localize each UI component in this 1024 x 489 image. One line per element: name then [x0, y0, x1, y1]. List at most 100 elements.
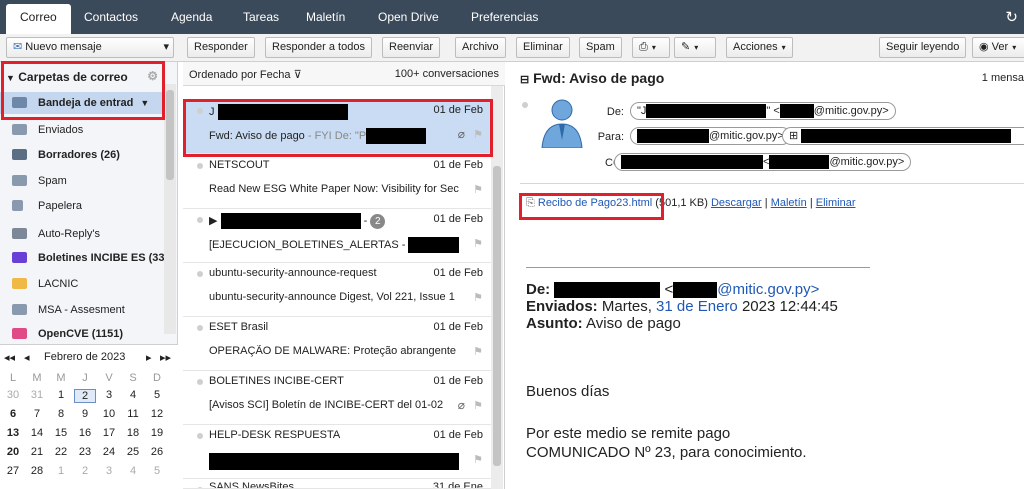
remove-attachment-link[interactable]: Eliminar — [816, 197, 856, 209]
calendar-day[interactable]: 15 — [50, 427, 72, 439]
folder-trash[interactable]: Papelera — [0, 195, 164, 217]
flag-icon[interactable]: ⚑ — [473, 345, 483, 358]
calendar-day[interactable]: 31 — [26, 389, 48, 401]
download-link[interactable]: Descargar — [711, 197, 762, 209]
message-row[interactable]: BOLETINES INCIBE-CERT 01 de Feb [Avisos … — [183, 371, 491, 425]
expand-thread-icon[interactable]: ▶ — [209, 215, 217, 227]
reply-button[interactable]: Responder — [187, 37, 255, 58]
folder-msa[interactable]: MSA - Assesment — [0, 299, 164, 321]
scrollbar-thumb[interactable] — [166, 90, 174, 180]
flag-icon[interactable]: ⚑ — [473, 237, 483, 250]
flag-icon[interactable]: ⚑ — [473, 183, 483, 196]
folder-boletines-incibe[interactable]: Boletines INCIBE ES (33 — [0, 247, 164, 269]
message-row[interactable]: ▶ - 2 01 de Feb [EJECUCION_BOLETINES_ALE… — [183, 209, 491, 263]
calendar-day[interactable]: 7 — [26, 408, 48, 420]
calendar-day[interactable]: 3 — [98, 389, 120, 401]
unread-dot-icon[interactable] — [197, 379, 203, 385]
view-button[interactable]: ◉ Ver ▾ — [972, 37, 1024, 58]
cc-address[interactable]: < @mitic.gov.py> — [614, 153, 912, 171]
calendar-day[interactable]: 17 — [98, 427, 120, 439]
calendar-day[interactable]: 28 — [26, 465, 48, 477]
to-address-more[interactable]: ⊞ — [782, 127, 1024, 145]
print-button[interactable]: ⎙ ▾ — [632, 37, 670, 58]
folder-spam[interactable]: Spam — [0, 170, 164, 192]
refresh-icon[interactable]: ↻ — [1005, 8, 1018, 26]
flag-icon[interactable]: ⚑ — [473, 291, 483, 304]
sort-label[interactable]: Ordenado por Fecha ⊽ — [189, 68, 302, 81]
message-row[interactable]: SANS NewsBites 31 de Ene — [183, 479, 491, 489]
tag-button[interactable]: ✎ ▾ — [674, 37, 716, 58]
message-row[interactable]: NETSCOUT 01 de Feb Read New ESG White Pa… — [183, 155, 491, 209]
tab-agenda[interactable]: Agenda — [171, 10, 212, 24]
prev-month-icon[interactable]: ◂ — [24, 351, 30, 364]
calendar-day[interactable]: 3 — [98, 465, 120, 477]
calendar-day[interactable]: 19 — [146, 427, 168, 439]
tab-open-drive[interactable]: Open Drive — [378, 10, 439, 24]
calendar-day[interactable]: 11 — [122, 408, 144, 420]
spam-button[interactable]: Spam — [579, 37, 622, 58]
prev-year-icon[interactable]: ◂◂ — [4, 351, 15, 364]
folder-scrollbar[interactable] — [164, 84, 176, 334]
calendar-day[interactable]: 5 — [146, 389, 168, 401]
scrollbar-thumb[interactable] — [493, 166, 501, 466]
calendar-day[interactable]: 4 — [122, 389, 144, 401]
unread-dot-icon[interactable] — [197, 271, 203, 277]
calendar-day[interactable]: 8 — [50, 408, 72, 420]
calendar-day[interactable]: 16 — [74, 427, 96, 439]
calendar-day[interactable]: 24 — [98, 446, 120, 458]
archive-button[interactable]: Archivo — [455, 37, 506, 58]
to-address[interactable]: @mitic.gov.py> — [630, 127, 791, 145]
calendar-day[interactable]: 25 — [122, 446, 144, 458]
calendar-day[interactable]: 9 — [74, 408, 96, 420]
folder-lacnic[interactable]: LACNIC — [0, 273, 164, 295]
flag-icon[interactable]: ⚑ — [473, 453, 483, 466]
calendar-day[interactable]: 2 — [74, 465, 96, 477]
delete-button[interactable]: Eliminar — [516, 37, 570, 58]
calendar-day[interactable]: 1 — [50, 465, 72, 477]
calendar-day[interactable]: 27 — [2, 465, 24, 477]
calendar-day[interactable]: 13 — [2, 427, 24, 439]
calendar-day[interactable]: 6 — [2, 408, 24, 420]
calendar-day[interactable]: 14 — [26, 427, 48, 439]
tab-contactos[interactable]: Contactos — [84, 10, 138, 24]
unread-dot-icon[interactable] — [197, 217, 203, 223]
from-address[interactable]: "J " < @mitic.gov.py> — [630, 102, 896, 120]
calendar-day[interactable]: 18 — [122, 427, 144, 439]
calendar-day[interactable]: 21 — [26, 446, 48, 458]
actions-button[interactable]: Acciones ▾ — [726, 37, 793, 58]
calendar-day[interactable]: 4 — [122, 465, 144, 477]
calendar-day[interactable]: 12 — [146, 408, 168, 420]
calendar-day[interactable]: 5 — [146, 465, 168, 477]
calendar-day[interactable]: 26 — [146, 446, 168, 458]
message-row[interactable]: ubuntu-security-announce-request 01 de F… — [183, 263, 491, 317]
next-year-icon[interactable]: ▸▸ — [160, 351, 171, 364]
next-month-icon[interactable]: ▸ — [146, 351, 152, 364]
unread-dot-icon[interactable] — [197, 325, 203, 331]
tab-preferencias[interactable]: Preferencias — [471, 10, 538, 24]
tab-tareas[interactable]: Tareas — [243, 10, 279, 24]
calendar-day[interactable]: 20 — [2, 446, 24, 458]
folder-drafts[interactable]: Borradores (26) — [0, 144, 164, 166]
forward-button[interactable]: Reenviar — [382, 37, 441, 58]
calendar-day[interactable]: 10 — [98, 408, 120, 420]
message-row[interactable]: HELP-DESK RESPUESTA 01 de Feb ⚑ — [183, 425, 491, 479]
folder-opencve[interactable]: OpenCVE (1151) — [0, 323, 164, 341]
keep-reading-button[interactable]: Seguir leyendo — [879, 37, 967, 58]
calendar-day[interactable]: 22 — [50, 446, 72, 458]
reply-all-button[interactable]: Responder a todos — [265, 37, 372, 58]
collapse-icon[interactable]: ⊟ — [520, 74, 529, 86]
calendar-day[interactable]: 1 — [50, 389, 72, 401]
folder-auto-reply[interactable]: Auto-Reply's — [0, 223, 164, 245]
tab-correo[interactable]: Correo — [6, 4, 71, 34]
folder-sent[interactable]: Enviados — [0, 119, 164, 141]
chevron-down-icon[interactable]: ▾ — [163, 38, 169, 57]
briefcase-link[interactable]: Maletín — [771, 197, 807, 209]
flag-icon[interactable]: ⚑ — [473, 399, 483, 412]
new-message-button[interactable]: ✉ Nuevo mensaje ▾ — [6, 37, 174, 58]
calendar-day[interactable]: 30 — [2, 389, 24, 401]
calendar-day[interactable]: 2 — [74, 389, 96, 403]
message-row[interactable]: ESET Brasil 01 de Feb OPERAÇÃO DE MALWAR… — [183, 317, 491, 371]
unread-dot-icon[interactable] — [197, 433, 203, 439]
calendar-day[interactable]: 23 — [74, 446, 96, 458]
tab-maletin[interactable]: Maletín — [306, 10, 345, 24]
